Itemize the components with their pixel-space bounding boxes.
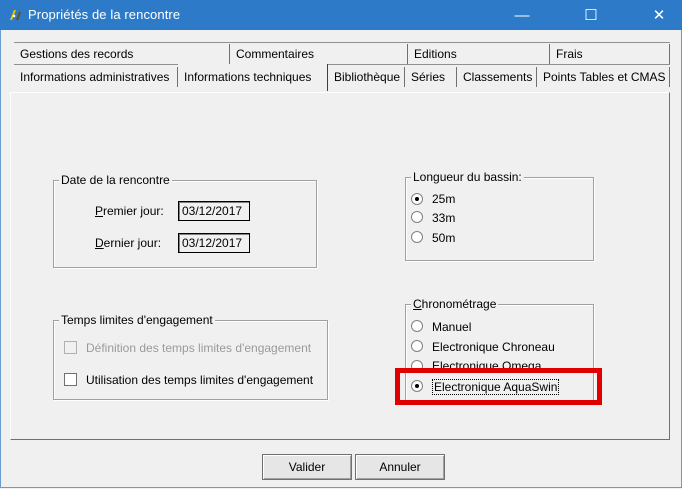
tab-series[interactable]: Séries <box>405 67 457 87</box>
maximize-icon: ☐ <box>584 7 598 24</box>
time-limits-label: Temps limites d'engagement <box>59 313 215 327</box>
tab-row-divider <box>14 42 670 43</box>
radio-manuel-label: Manuel <box>432 320 472 334</box>
radio-chroneau[interactable] <box>411 340 423 352</box>
close-button[interactable]: ✕ <box>636 0 682 30</box>
radio-25m-label: 25m <box>432 192 456 206</box>
radio-50m-label: 50m <box>432 231 456 245</box>
valider-button[interactable]: Valider <box>262 454 352 480</box>
date-group-label: Date de la rencontre <box>59 173 172 187</box>
window-title: Propriétés de la rencontre <box>28 7 181 22</box>
close-icon: ✕ <box>652 7 666 24</box>
radio-omega-label: Electronique Omega <box>432 359 542 368</box>
pool-length-label: Longueur du bassin: <box>411 170 524 184</box>
first-day-input[interactable]: 03/12/2017 <box>178 201 250 221</box>
tab-commentaires[interactable]: Commentaires <box>230 44 408 64</box>
tab-points-tables-cmas[interactable]: Points Tables et CMAS <box>537 67 670 87</box>
minimize-button[interactable]: — <box>499 0 545 30</box>
highlight-box <box>395 368 602 405</box>
tab-informations-administratives[interactable]: Informations administratives <box>14 67 178 87</box>
tab-classements[interactable]: Classements <box>457 67 537 87</box>
tab-row-divider <box>14 64 670 65</box>
title-bar: Propriétés de la rencontre — ☐ ✕ <box>0 0 682 30</box>
radio-manuel[interactable] <box>411 320 423 332</box>
radio-25m[interactable] <box>411 193 423 205</box>
usage-checkbox-label: Utilisation des temps limites d'engageme… <box>86 373 314 387</box>
maximize-button[interactable]: ☐ <box>568 0 614 30</box>
tab-bibliotheque[interactable]: Bibliothèque <box>328 67 405 87</box>
timing-group-label: Chronométrage <box>411 297 499 311</box>
tab-frais[interactable]: Frais <box>550 44 670 64</box>
app-icon <box>10 10 21 20</box>
annuler-button[interactable]: Annuler <box>355 454 445 480</box>
tab-editions[interactable]: Editions <box>408 44 550 64</box>
date-group: Date de la rencontre <box>53 173 317 268</box>
tab-informations-techniques[interactable]: Informations techniques <box>178 64 328 91</box>
radio-chroneau-label: Electronique Chroneau <box>432 340 555 354</box>
last-day-label: Dernier jour: <box>95 236 162 250</box>
definition-checkbox-label: Définition des temps limites d'engagemen… <box>86 341 312 355</box>
first-day-label: Premier jour: <box>95 204 164 218</box>
minimize-icon: — <box>514 6 530 24</box>
time-limits-group: Temps limites d'engagement <box>53 313 328 400</box>
usage-checkbox[interactable] <box>64 373 77 386</box>
radio-50m[interactable] <box>411 231 423 243</box>
definition-checkbox[interactable] <box>64 341 77 354</box>
last-day-input[interactable]: 03/12/2017 <box>178 233 250 253</box>
radio-33m[interactable] <box>411 211 423 223</box>
tab-gestions-records[interactable]: Gestions des records <box>14 44 230 64</box>
radio-33m-label: 33m <box>432 211 456 225</box>
